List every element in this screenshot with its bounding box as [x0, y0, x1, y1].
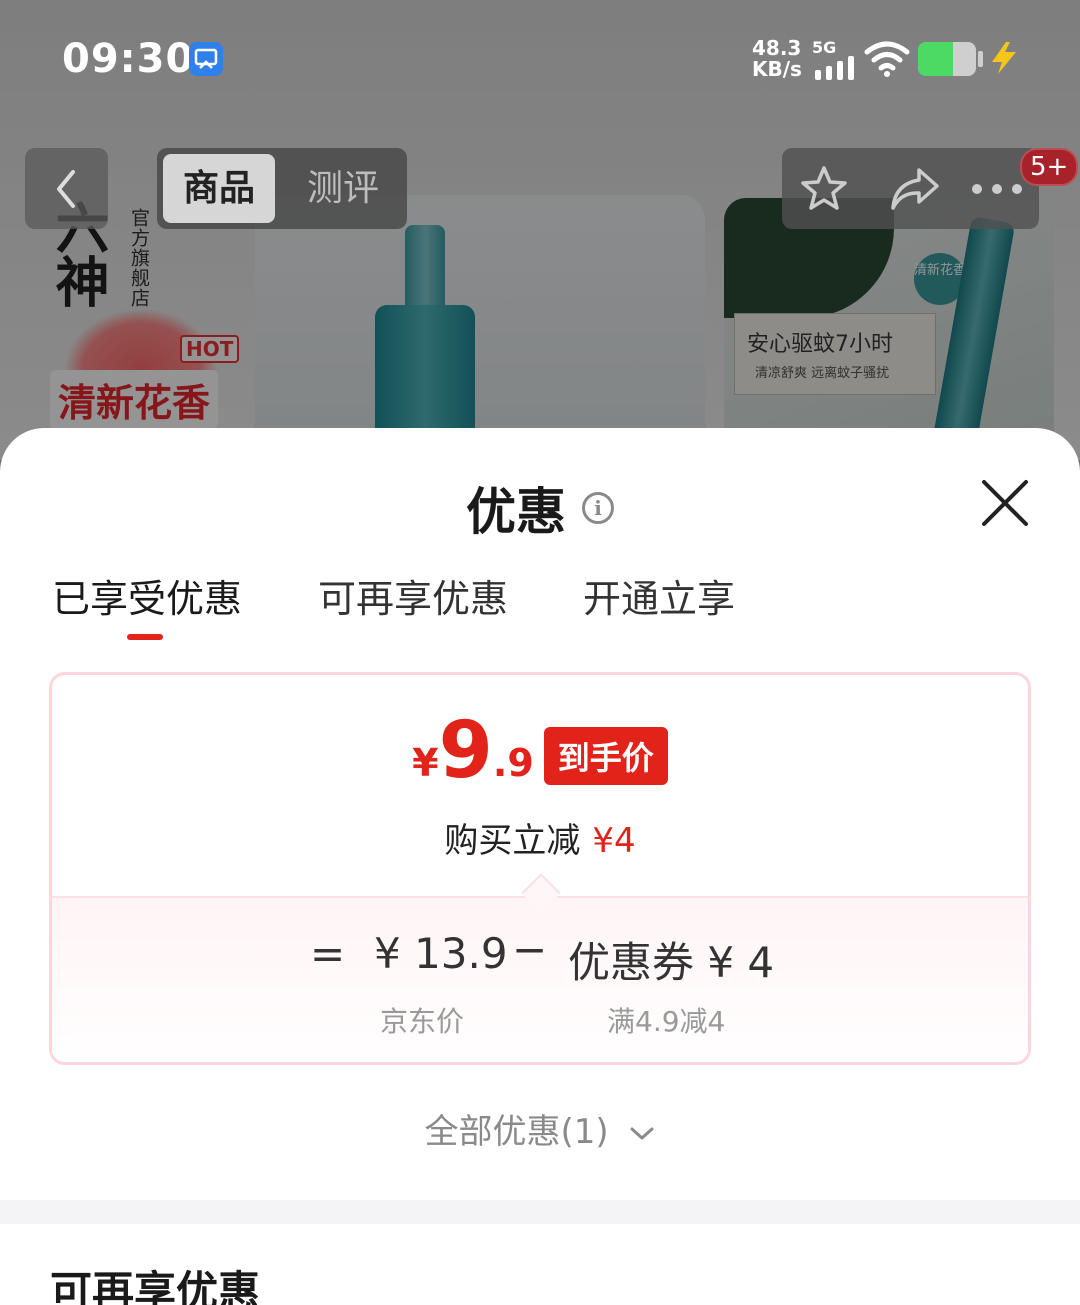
network-speed: 48.3 KB/s [752, 38, 802, 80]
price-breakdown-card: ¥ 9 .9 到手价 购买立减 ¥4 = ¥ 13.9 − 优惠券 ¥ 4 京东价… [49, 672, 1031, 1065]
back-button[interactable] [25, 148, 108, 229]
clock: 09:30 [62, 36, 195, 82]
network-speed-value: 48.3 [752, 36, 802, 60]
price-formula: = ¥ 13.9 − 优惠券 ¥ 4 [52, 925, 1028, 989]
jd-price: ¥ 13.9 [374, 929, 508, 978]
minus-sign: − [512, 925, 548, 974]
battery-level [918, 42, 953, 76]
screen-cast-icon [189, 42, 223, 76]
star-icon [801, 165, 847, 210]
coupon-condition: 满4.9减4 [607, 1005, 726, 1038]
status-bar: 09:30 48.3 KB/s 5G [0, 0, 1080, 120]
battery-tip [978, 51, 983, 67]
price-integer: 9 [438, 706, 493, 796]
wifi-icon [864, 41, 910, 77]
product-nav-actions [782, 148, 1039, 229]
jd-price-label: 京东价 [380, 1005, 465, 1038]
more-dots-icon [972, 183, 1022, 194]
section-divider [0, 1200, 1080, 1224]
price-decimal: .9 [492, 741, 534, 785]
tab-enjoyed-discounts[interactable]: 已享受优惠 [52, 568, 242, 623]
coupon-amount: 优惠券 ¥ 4 [568, 938, 775, 987]
discount-sheet: 优惠 i 已享受优惠 可再享优惠 开通立享 ¥ 9 .9 到手价 购买立减 ¥4 … [0, 428, 1080, 1305]
close-icon[interactable] [978, 476, 1032, 530]
info-icon[interactable]: i [582, 492, 614, 524]
all-offers-label: 全部优惠(1) [424, 1112, 609, 1152]
tab-product[interactable]: 商品 [163, 154, 275, 223]
battery-icon [918, 42, 976, 76]
charging-icon [992, 42, 1016, 74]
tab-reviews[interactable]: 测评 [293, 154, 393, 223]
chevron-down-icon [630, 1127, 654, 1139]
sheet-title: 优惠 [466, 483, 566, 541]
chevron-left-icon [57, 170, 75, 208]
network-type: 5G [812, 38, 837, 57]
tab-more-discounts[interactable]: 可再享优惠 [318, 568, 508, 623]
instant-reduction: 购买立减 ¥4 [52, 813, 1028, 862]
share-button[interactable] [874, 148, 954, 229]
product-nav-tabs: 商品 测评 [157, 148, 407, 229]
equals-sign: = [310, 929, 346, 978]
tab-activate-discounts[interactable]: 开通立享 [583, 568, 735, 623]
message-count-badge: 5+ [1020, 148, 1079, 186]
sheet-header: 优惠 i [0, 472, 1080, 544]
favorite-button[interactable] [784, 148, 864, 229]
signal-icon [815, 56, 854, 80]
active-tab-indicator [127, 634, 163, 640]
final-price: ¥ 9 .9 到手价 [52, 711, 1028, 791]
reduction-label: 购买立减 [444, 821, 581, 861]
final-price-tag: 到手价 [543, 727, 668, 785]
more-discounts-heading: 可再享优惠 [50, 1267, 261, 1305]
all-offers-toggle[interactable]: 全部优惠(1) [0, 1104, 1080, 1153]
reduction-amount: ¥4 [592, 821, 636, 861]
price-currency: ¥ [412, 741, 439, 785]
network-speed-unit: KB/s [752, 57, 802, 81]
share-icon [891, 167, 939, 210]
